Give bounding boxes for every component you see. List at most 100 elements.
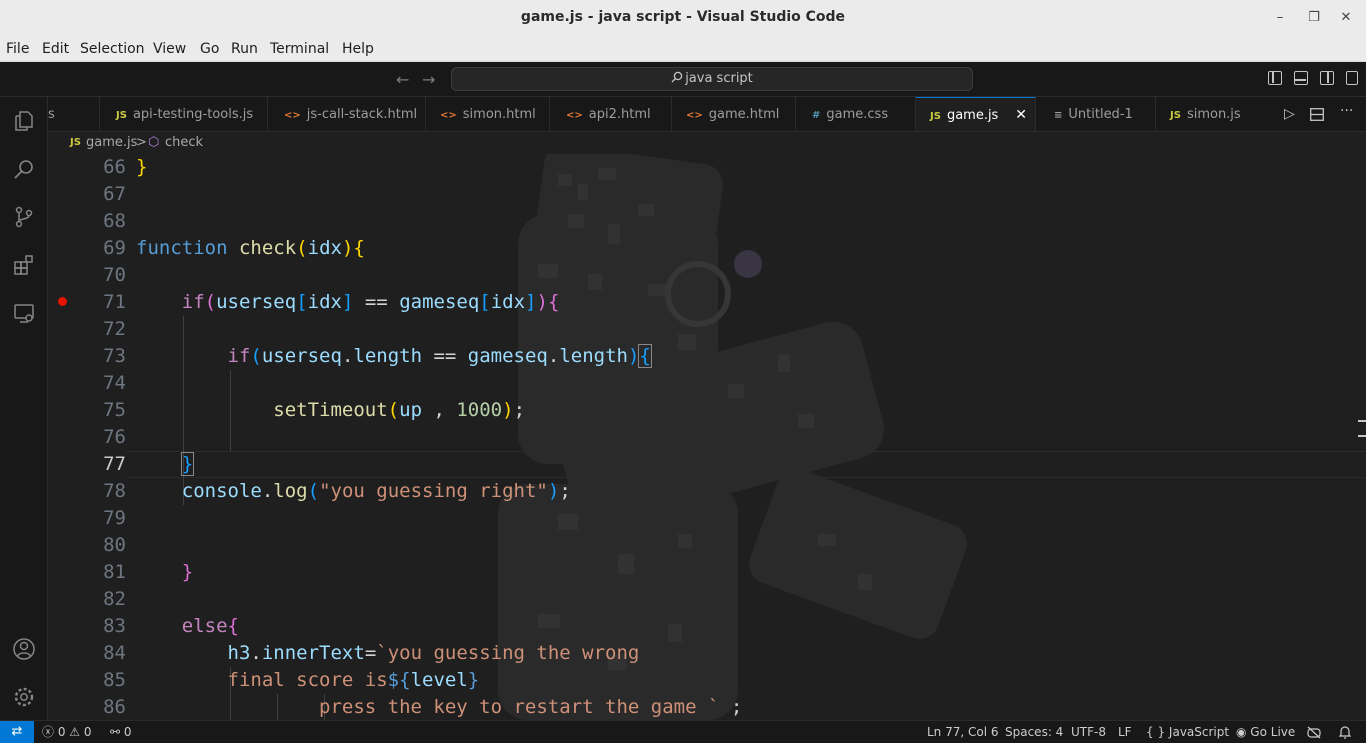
go-live-button[interactable]: ◉ Go Live xyxy=(1236,721,1295,743)
breadcrumb-separator: > xyxy=(136,135,147,150)
broadcast-icon: ⚯ xyxy=(110,725,124,739)
line-number: 73 xyxy=(103,345,126,367)
line-number: 81 xyxy=(103,561,126,583)
tab-game-html[interactable]: <> game.html xyxy=(672,97,796,131)
go-live-label: Go Live xyxy=(1250,725,1296,739)
tab-label: js-call-stack.html xyxy=(306,107,418,122)
toggle-panel-icon[interactable] xyxy=(1294,71,1308,85)
css-file-icon: # xyxy=(812,110,821,121)
scrollbar-marker xyxy=(1358,435,1366,437)
close-window-button[interactable]: ✕ xyxy=(1336,8,1356,28)
accounts-icon[interactable] xyxy=(12,637,36,661)
html-file-icon: <> xyxy=(284,110,301,121)
menu-view[interactable]: View xyxy=(153,41,186,57)
forward-arrow-icon[interactable]: → xyxy=(422,70,435,89)
encoding[interactable]: UTF-8 xyxy=(1071,721,1106,743)
ports-indicator[interactable]: ⚯ 0 xyxy=(110,721,132,743)
code-line: function check(idx){ xyxy=(136,237,365,259)
code-line: h3.innerText=`you guessing the wrong xyxy=(227,642,640,664)
code-line: console.log("you guessing right"); xyxy=(181,480,571,502)
line-number: 66 xyxy=(103,156,126,178)
minimize-button[interactable]: – xyxy=(1270,8,1290,28)
error-icon: ⓧ xyxy=(42,725,58,739)
search-icon[interactable] xyxy=(12,157,36,181)
tab-label: api2.html xyxy=(588,107,651,122)
code-line: if(userseq.length == gameseq.length){ xyxy=(227,344,652,368)
tab-partial[interactable]: s xyxy=(48,97,100,131)
breadcrumb-symbol[interactable]: check xyxy=(165,132,203,154)
code-line: else{ xyxy=(181,615,239,637)
cursor-position[interactable]: Ln 77, Col 6 xyxy=(927,721,999,743)
menu-go[interactable]: Go xyxy=(200,41,219,57)
command-center-search[interactable]: java script xyxy=(451,67,973,91)
run-icon[interactable]: ▷ xyxy=(1284,106,1295,122)
tab-js-call-stack-html[interactable]: <> js-call-stack.html xyxy=(268,97,426,131)
menu-bar: File Edit Selection View Go Run Terminal… xyxy=(0,36,1366,62)
line-number: 71 xyxy=(103,291,126,313)
menu-run[interactable]: Run xyxy=(231,41,258,57)
tab-label: game.css xyxy=(826,107,889,122)
problems-indicator[interactable]: ⓧ 0 ⚠ 0 xyxy=(42,721,92,743)
menu-selection[interactable]: Selection xyxy=(80,41,145,57)
close-icon[interactable]: ✕ xyxy=(1015,98,1027,131)
javascript-file-icon: JS xyxy=(116,110,127,121)
menu-file[interactable]: File xyxy=(6,41,29,57)
language-mode[interactable]: { } JavaScript xyxy=(1146,721,1229,743)
line-number: 69 xyxy=(103,237,126,259)
line-number: 76 xyxy=(103,426,126,448)
code-editor[interactable]: 66 67 68 69 70 71 72 73 74 75 76 77 78 7… xyxy=(48,154,1366,720)
search-icon xyxy=(671,71,683,83)
tab-untitled-1[interactable]: ≡ Untitled-1 xyxy=(1036,97,1156,131)
command-center-bar: ← → java script xyxy=(0,62,1366,97)
indentation[interactable]: Spaces: 4 xyxy=(1005,721,1063,743)
tab-label: api-testing-tools.js xyxy=(132,107,254,122)
split-editor-icon[interactable] xyxy=(1310,108,1324,121)
explorer-icon[interactable] xyxy=(12,109,36,133)
language-label: JavaScript xyxy=(1168,725,1230,739)
source-control-icon[interactable] xyxy=(12,205,36,229)
tab-simon-js[interactable]: JS simon.js xyxy=(1156,97,1268,131)
code-line: } xyxy=(136,156,148,178)
broadcast-icon: ◉ xyxy=(1236,725,1251,739)
code-line: press the key to restart the game ` ; xyxy=(319,696,743,718)
toggle-secondary-sidebar-icon[interactable] xyxy=(1320,71,1334,85)
menu-edit[interactable]: Edit xyxy=(42,41,69,57)
code-line: setTimeout(up , 1000); xyxy=(273,399,526,421)
remote-explorer-icon[interactable] xyxy=(12,301,36,325)
tab-api2-html[interactable]: <> api2.html xyxy=(550,97,672,131)
bell-icon[interactable] xyxy=(1339,725,1351,739)
end-of-line[interactable]: LF xyxy=(1118,721,1132,743)
tab-label: Untitled-1 xyxy=(1068,107,1133,122)
tab-game-js[interactable]: JS game.js ✕ xyxy=(916,97,1036,131)
remote-indicator-icon[interactable]: ⇄ xyxy=(0,721,34,743)
tab-api-testing-tools-js[interactable]: JS api-testing-tools.js xyxy=(100,97,268,131)
warning-icon: ⚠ xyxy=(69,725,84,739)
text-file-icon: ≡ xyxy=(1054,110,1063,121)
javascript-file-icon: JS xyxy=(930,111,941,122)
line-number: 75 xyxy=(103,399,126,421)
menu-help[interactable]: Help xyxy=(342,41,374,57)
function-symbol-icon: ⬡ xyxy=(148,135,160,150)
html-file-icon: <> xyxy=(686,110,703,121)
background-image xyxy=(498,154,967,720)
breadcrumb-file[interactable]: game.js xyxy=(86,132,137,154)
maximize-button[interactable]: ❐ xyxy=(1304,8,1324,28)
code-line: final score is${level} xyxy=(227,669,480,691)
command-center-label: java script xyxy=(685,71,753,86)
toggle-primary-sidebar-icon[interactable] xyxy=(1268,71,1282,85)
back-arrow-icon[interactable]: ← xyxy=(396,70,409,89)
extensions-icon[interactable] xyxy=(12,253,36,277)
menu-terminal[interactable]: Terminal xyxy=(270,41,329,57)
line-number: 78 xyxy=(103,480,126,502)
tab-label: game.html xyxy=(708,107,780,122)
more-actions-icon[interactable]: ··· xyxy=(1340,103,1353,119)
line-number: 74 xyxy=(103,372,126,394)
window-title: game.js - java script - Visual Studio Co… xyxy=(520,9,846,25)
tab-game-css[interactable]: # game.css xyxy=(796,97,916,131)
tab-simon-html[interactable]: <> simon.html xyxy=(426,97,550,131)
copilot-icon[interactable] xyxy=(1307,726,1321,739)
line-number: 68 xyxy=(103,210,126,232)
customize-layout-icon[interactable] xyxy=(1346,71,1358,85)
gear-icon[interactable] xyxy=(12,685,36,709)
code-line: if(userseq[idx] == gameseq[idx]){ xyxy=(181,291,560,313)
